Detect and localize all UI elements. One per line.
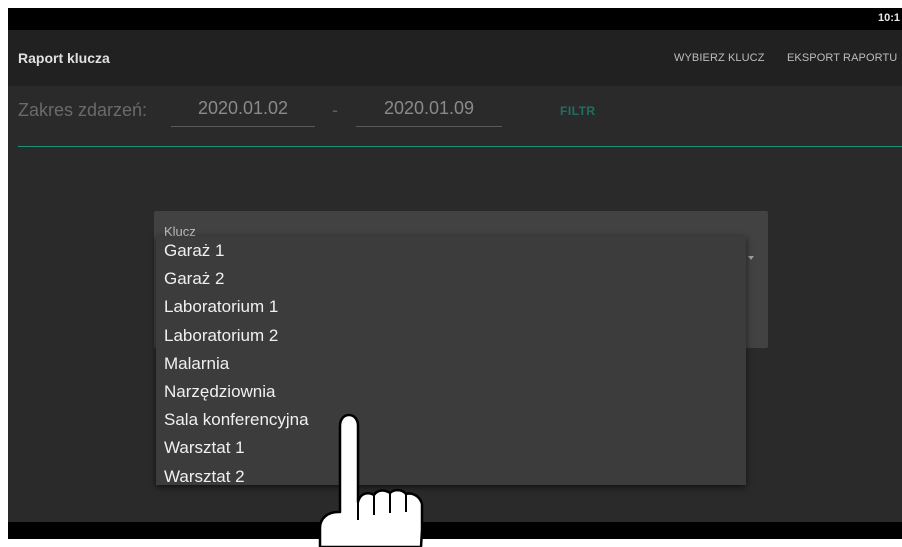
arrow-drop-down-icon[interactable] (748, 256, 754, 260)
list-item[interactable]: Garaż 2 (156, 264, 746, 292)
select-key-button[interactable]: WYBIERZ KLUCZ (674, 52, 765, 64)
date-to-field[interactable]: 2020.01.09 (356, 98, 502, 127)
date-from-field[interactable]: 2020.01.02 (171, 98, 315, 127)
status-bar: 10:1 (8, 8, 902, 30)
list-item[interactable]: Garaż 1 (156, 236, 746, 264)
list-item[interactable]: Laboratorium 1 (156, 292, 746, 320)
device-screen: 10:1 Raport klucza WYBIERZ KLUCZ EKSPORT… (8, 8, 902, 539)
key-dropdown-list[interactable]: Garaż 1 Garaż 2 Laboratorium 1 Laborator… (156, 236, 746, 485)
export-report-button[interactable]: EKSPORT RAPORTU (787, 52, 897, 64)
list-item[interactable]: Narzędziownia (156, 377, 746, 405)
list-item[interactable]: Malarnia (156, 349, 746, 377)
app-bar: Raport klucza WYBIERZ KLUCZ EKSPORT RAPO… (8, 30, 902, 86)
hand-pointer-icon (318, 413, 424, 547)
list-item[interactable]: Sala konferencyjna (156, 405, 746, 433)
filter-button[interactable]: FILTR (560, 104, 596, 118)
date-filter-bar: Zakres zdarzeń: 2020.01.02 - 2020.01.09 … (8, 86, 902, 140)
list-item[interactable]: Laboratorium 2 (156, 321, 746, 349)
list-item[interactable]: Warsztat 1 (156, 433, 746, 461)
accent-divider (18, 146, 902, 147)
date-range-label: Zakres zdarzeń: (18, 100, 148, 120)
navigation-bar (8, 522, 902, 539)
list-item[interactable]: Warsztat 2 (156, 462, 746, 486)
app-title: Raport klucza (18, 50, 110, 66)
date-separator: - (332, 100, 338, 120)
status-time: 10:1 (877, 12, 900, 24)
